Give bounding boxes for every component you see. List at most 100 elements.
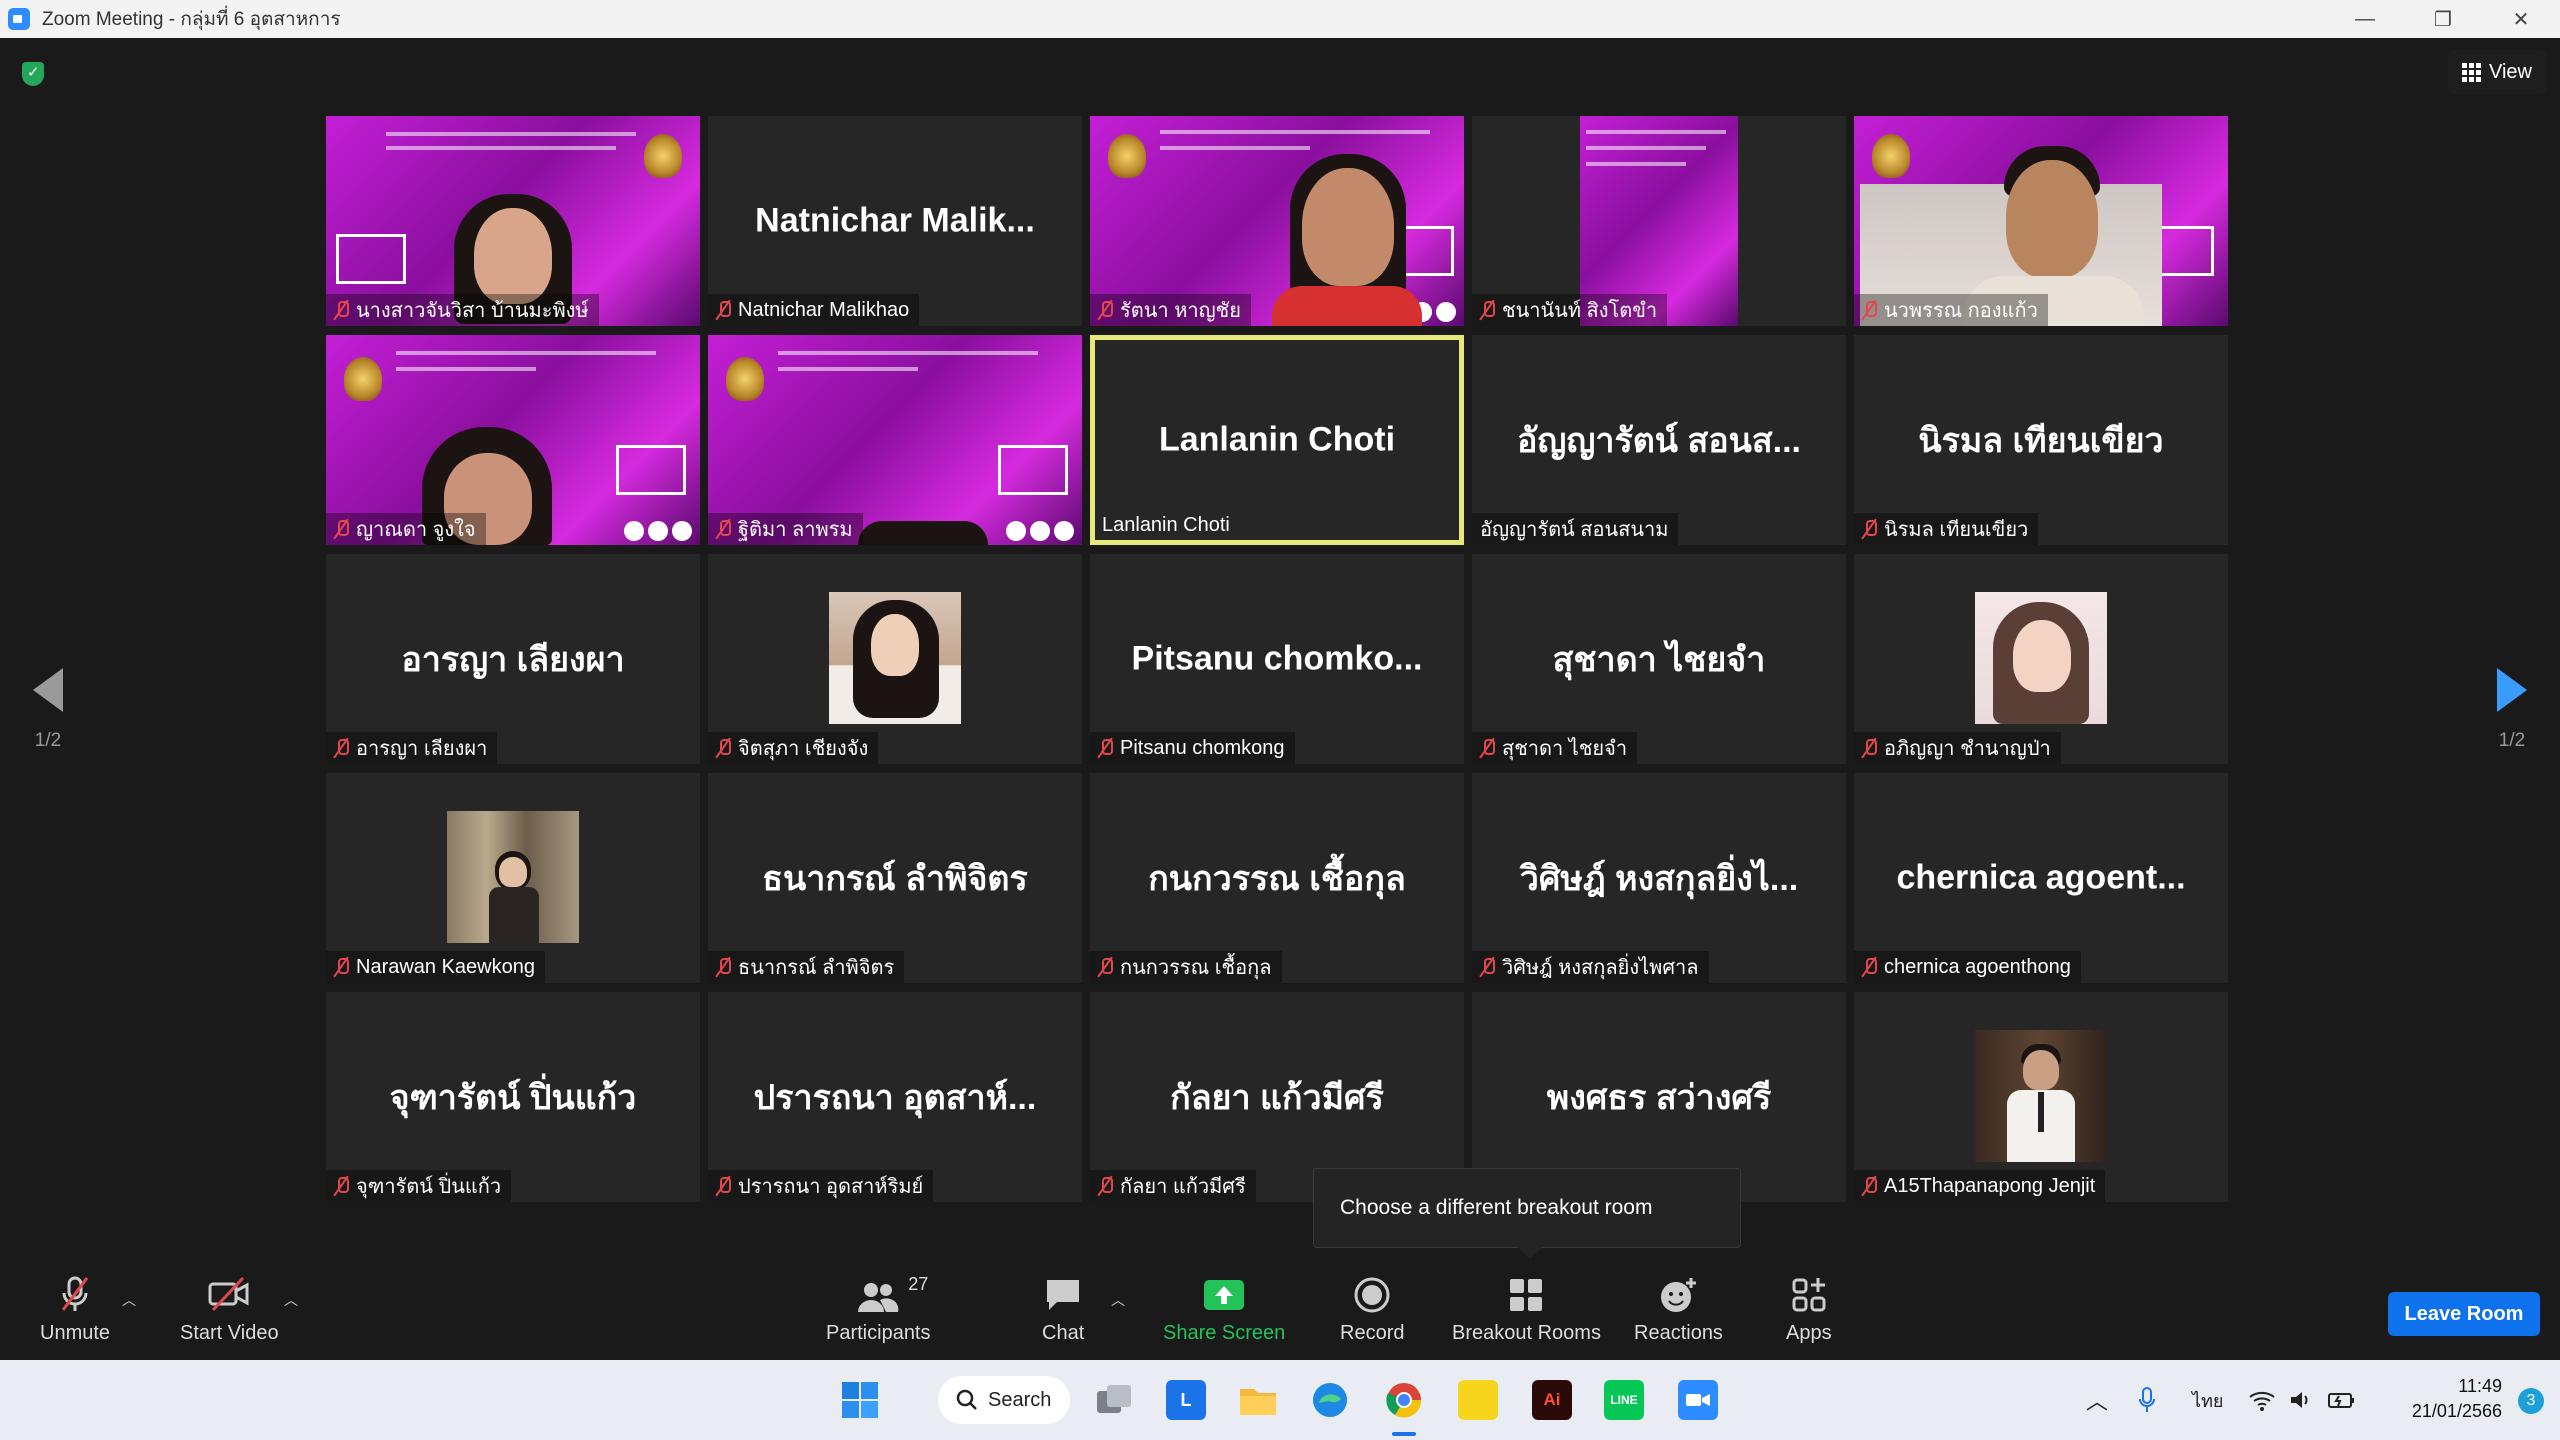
reactions-button[interactable]: Reactions xyxy=(1634,1274,1723,1345)
profile-photo xyxy=(1975,1030,2107,1162)
participant-label: ญาณดา จูงใจ xyxy=(326,513,486,545)
participant-name: ญาณดา จูงใจ xyxy=(356,519,476,541)
edge-browser-icon[interactable] xyxy=(1310,1380,1350,1420)
participant-label: ธนากรณ์ ลำพิจิตร xyxy=(708,951,905,983)
participant-label: กัลยา แก้วมีศรี xyxy=(1090,1170,1256,1202)
task-view-icon[interactable] xyxy=(1094,1380,1134,1420)
participant-tile[interactable]: จิตสุภา เชียงจัง xyxy=(708,554,1082,764)
participant-name: ธนากรณ์ ลำพิจิตร xyxy=(738,957,895,979)
participant-tile[interactable]: ชนานันท์ สิงโตขำ xyxy=(1472,116,1846,326)
wifi-icon[interactable] xyxy=(2249,1389,2276,1411)
notification-badge[interactable]: 3 xyxy=(2518,1388,2544,1414)
tray-overflow-chevron-icon[interactable]: ︿ xyxy=(2086,1384,2108,1416)
participant-tile[interactable]: ธนากรณ์ ลำพิจิตร ธนากรณ์ ลำพิจิตร xyxy=(708,773,1082,983)
participant-display-name: นิรมล เทียนเขียว xyxy=(1918,422,2164,460)
participant-tile[interactable]: นิรมล เทียนเขียว นิรมล เทียนเขียว xyxy=(1854,335,2228,545)
participants-label: Participants xyxy=(826,1322,931,1344)
participant-tile[interactable]: อภิญญา ชำนาญป่า xyxy=(1854,554,2228,764)
chat-button[interactable]: Chat xyxy=(1042,1274,1084,1345)
mic-muted-icon xyxy=(1862,738,1877,758)
participant-name: กัลยา แก้วมีศรี xyxy=(1120,1176,1246,1198)
participant-label: วิศิษฎ์ หงสกุลยิ่งไพศาล xyxy=(1472,951,1709,983)
view-label: View xyxy=(2489,60,2532,83)
breakout-rooms-button[interactable]: Breakout Rooms xyxy=(1452,1274,1601,1345)
start-video-button[interactable]: Start Video xyxy=(180,1274,279,1345)
start-video-label: Start Video xyxy=(180,1322,279,1344)
record-button[interactable]: Record xyxy=(1340,1274,1404,1345)
mic-muted-icon xyxy=(1862,957,1877,977)
page-indicator-left: 1/2 xyxy=(34,730,62,751)
participant-label: Pitsanu chomkong xyxy=(1090,732,1295,764)
mic-muted-icon xyxy=(334,300,349,320)
close-button[interactable]: ✕ xyxy=(2482,0,2560,38)
participant-tile[interactable]: จุฑารัตน์ ปิ่นแก้ว จุฑารัตน์ ปิ่นแก้ว xyxy=(326,992,700,1202)
input-language[interactable]: ไทย xyxy=(2192,1386,2223,1415)
unmute-button[interactable]: Unmute xyxy=(40,1274,110,1345)
participant-tile[interactable]: นางสาวจันวิสา บ้านมะพิงษ์ xyxy=(326,116,700,326)
chat-options-chevron-icon[interactable]: ︿ xyxy=(1111,1290,1125,1310)
participant-tile[interactable]: ญาณดา จูงใจ xyxy=(326,335,700,545)
profile-photo xyxy=(1975,592,2107,724)
mic-off-icon xyxy=(55,1274,95,1314)
participant-name: Lanlanin Choti xyxy=(1102,513,1230,536)
participants-icon: 27 xyxy=(856,1274,928,1314)
participant-label: A15Thapanapong Jenjit xyxy=(1854,1170,2106,1202)
mic-muted-icon xyxy=(716,738,731,758)
participant-tile[interactable]: สุชาดา ไชยจำ สุชาดา ไชยจำ xyxy=(1472,554,1846,764)
window-titlebar: Zoom Meeting - กลุ่มที่ 6 อุตสาหการ — ❐ … xyxy=(0,0,2560,38)
zoom-taskbar-icon[interactable] xyxy=(1678,1380,1718,1420)
participant-tile[interactable]: รัตนา หาญชัย xyxy=(1090,116,1464,326)
participant-tile[interactable]: วิศิษฎ์ หงสกุลยิ่งไ... วิศิษฎ์ หงสกุลยิ่… xyxy=(1472,773,1846,983)
participant-tile[interactable]: A15Thapanapong Jenjit xyxy=(1854,992,2228,1202)
file-explorer-icon[interactable] xyxy=(1238,1380,1278,1420)
mic-muted-icon xyxy=(1480,957,1495,977)
leave-room-button[interactable]: Leave Room xyxy=(2388,1292,2540,1336)
mic-muted-icon xyxy=(334,738,349,758)
microphone-icon[interactable] xyxy=(2138,1387,2156,1413)
participant-label: รัตนา หาญชัย xyxy=(1090,294,1251,326)
system-tray: ︿ ไทย xyxy=(2086,1360,2355,1440)
participant-tile[interactable]: ปรารถนา อุตสาห์... ปรารถนา อุดสาห์ริมย์ xyxy=(708,992,1082,1202)
illustrator-icon[interactable]: Ai xyxy=(1532,1380,1572,1420)
volume-icon[interactable] xyxy=(2289,1389,2313,1411)
windows-start-icon[interactable] xyxy=(840,1380,880,1420)
previous-page-button[interactable]: 1/2 xyxy=(18,668,78,752)
participant-tile[interactable]: Natnichar Malik... Natnichar Malikhao xyxy=(708,116,1082,326)
participant-tile[interactable]: กนกวรรณ เชื้อกุล กนกวรรณ เชื้อกุล xyxy=(1090,773,1464,983)
view-button[interactable]: View xyxy=(2448,50,2546,94)
battery-icon[interactable] xyxy=(2327,1390,2355,1410)
participant-tile[interactable]: นวพรรณ กองแก้ว xyxy=(1854,116,2228,326)
system-clock[interactable]: 11:49 21/01/2566 xyxy=(2412,1374,2502,1424)
participant-tile[interactable]: ฐิติมา ลาพรม xyxy=(708,335,1082,545)
line-app-icon[interactable]: LINE xyxy=(1604,1380,1644,1420)
search-icon xyxy=(956,1389,977,1410)
participant-tile[interactable]: Narawan Kaewkong xyxy=(326,773,700,983)
mic-muted-icon xyxy=(1862,300,1877,320)
sticky-notes-icon[interactable] xyxy=(1458,1380,1498,1420)
mic-muted-icon xyxy=(334,957,349,977)
participant-display-name: กนกวรรณ เชื้อกุล xyxy=(1148,860,1406,898)
next-page-button[interactable]: 1/2 xyxy=(2482,668,2542,752)
mic-muted-icon xyxy=(334,519,349,539)
participant-tile[interactable]: Pitsanu chomko... Pitsanu chomkong xyxy=(1090,554,1464,764)
restore-button[interactable]: ❐ xyxy=(2404,0,2482,38)
participant-label: อภิญญา ชำนาญป่า xyxy=(1854,732,2061,764)
share-screen-button[interactable]: Share Screen xyxy=(1163,1274,1285,1345)
participant-label: Natnichar Malikhao xyxy=(708,294,920,326)
participant-name: นิรมล เทียนเขียว xyxy=(1884,519,2029,541)
security-shield-icon[interactable] xyxy=(22,62,44,86)
apps-button[interactable]: Apps xyxy=(1786,1274,1832,1345)
participants-count: 27 xyxy=(908,1274,929,1294)
l-app-icon[interactable]: L xyxy=(1166,1380,1206,1420)
participant-tile[interactable]: chernica agoent... chernica agoenthong xyxy=(1854,773,2228,983)
participants-button[interactable]: 27 Participants xyxy=(826,1274,931,1345)
participant-tile[interactable]: อัญญารัตน์ สอนส... อัญญารัตน์ สอนสนาม xyxy=(1472,335,1846,545)
participant-tile-active-speaker[interactable]: Lanlanin Choti Lanlanin Choti xyxy=(1090,335,1464,545)
chrome-browser-icon[interactable] xyxy=(1384,1380,1424,1420)
share-screen-icon xyxy=(1202,1274,1246,1314)
audio-options-chevron-icon[interactable]: ︿ xyxy=(122,1290,136,1310)
minimize-button[interactable]: — xyxy=(2326,0,2404,38)
participant-tile[interactable]: อารญา เลียงผา อารญา เลียงผา xyxy=(326,554,700,764)
video-options-chevron-icon[interactable]: ︿ xyxy=(284,1290,298,1310)
taskbar-search[interactable]: Search xyxy=(938,1376,1070,1424)
